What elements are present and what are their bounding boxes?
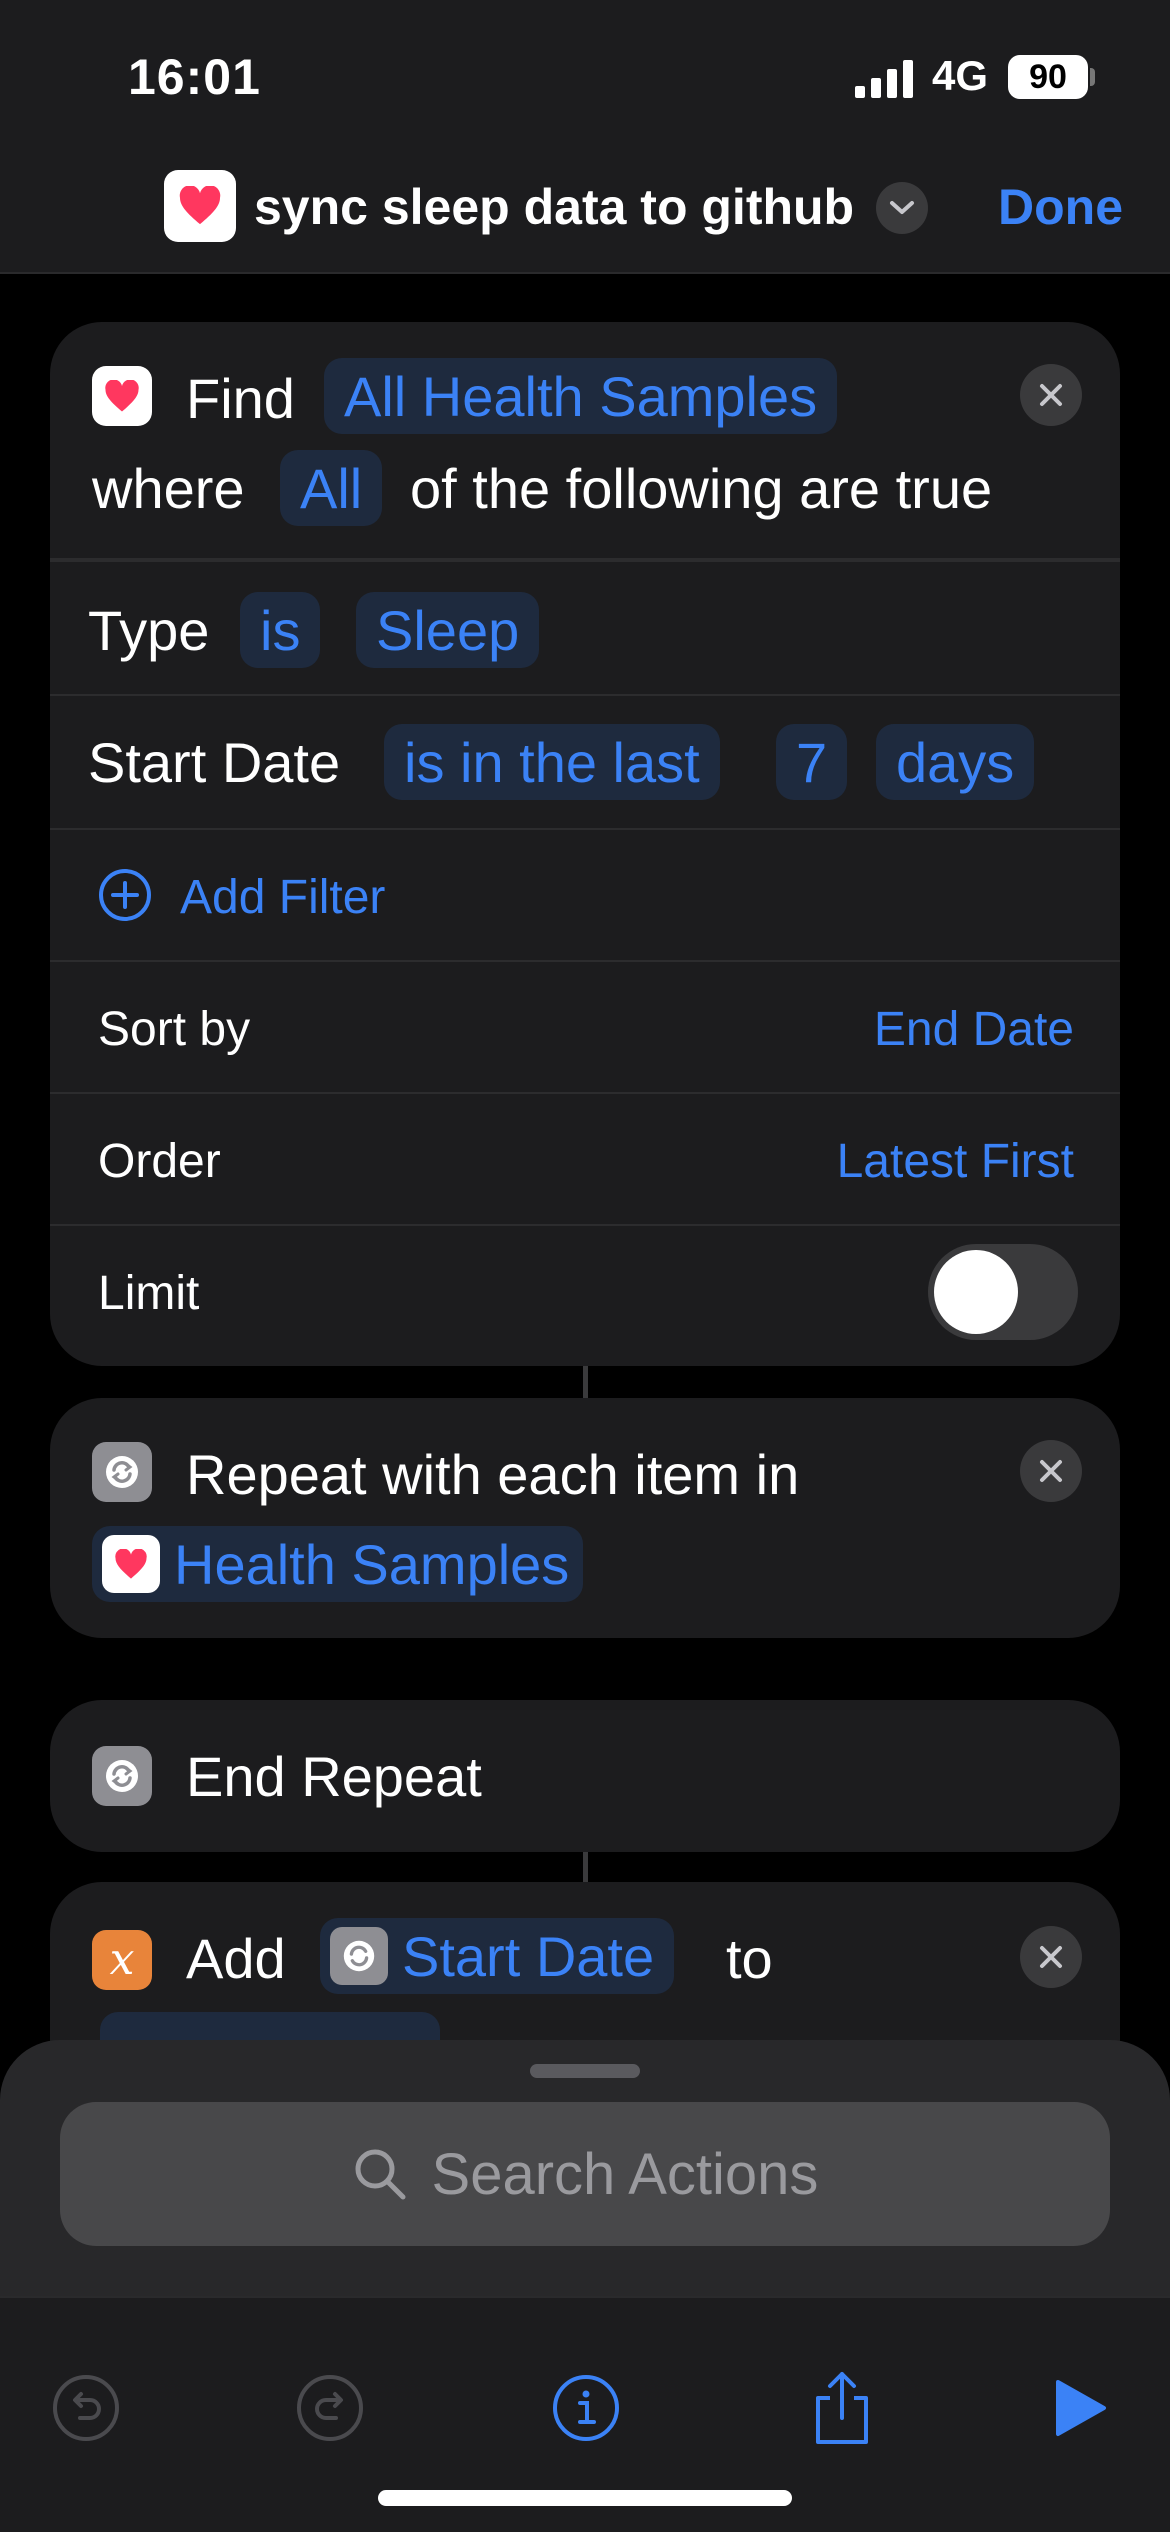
repeat-action: Repeat with each item in Health Samples — [50, 1398, 1120, 1638]
filter-row-type: Type is Sleep — [50, 558, 1120, 694]
find-label: Find — [186, 367, 295, 430]
add-label: Add — [186, 1927, 286, 1990]
end-repeat-label: End Repeat — [186, 1745, 482, 1808]
repeat-variable-label: Health Samples — [174, 1532, 570, 1596]
bottom-toolbar — [0, 2296, 1170, 2532]
order-value[interactable]: Latest First — [837, 1134, 1074, 1189]
repeat-icon — [92, 1746, 152, 1806]
sort-by-row[interactable]: Sort by End Date — [50, 960, 1120, 1092]
order-row[interactable]: Order Latest First — [50, 1092, 1120, 1224]
heart-icon — [102, 1535, 160, 1593]
battery-icon: 90 — [1008, 55, 1088, 99]
battery-tip — [1090, 68, 1095, 86]
status-time: 16:01 — [128, 49, 261, 105]
chevron-down-icon[interactable] — [876, 182, 928, 234]
undo-icon[interactable] — [46, 2368, 126, 2448]
filter-unit-pill[interactable]: days — [876, 724, 1035, 800]
find-health-samples-action: Find All Health Samples where All of the… — [50, 322, 1120, 1366]
limit-label: Limit — [98, 1267, 200, 1320]
condition-text: of the following are true — [410, 457, 993, 520]
repeat-icon — [92, 1442, 152, 1502]
redo-icon[interactable] — [290, 2368, 370, 2448]
to-label: to — [726, 1927, 773, 1990]
sort-by-label: Sort by — [98, 1003, 251, 1056]
toggle-knob — [934, 1250, 1018, 1334]
plus-circle-icon — [99, 869, 151, 921]
add-variable-label: Start Date — [402, 1924, 655, 1988]
action-connector — [583, 1366, 588, 1398]
where-label: where — [92, 457, 245, 520]
info-icon[interactable] — [546, 2368, 626, 2448]
sheet-grabber[interactable] — [530, 2064, 640, 2078]
end-repeat-action: End Repeat — [50, 1700, 1120, 1852]
filter-amount-pill[interactable]: 7 — [776, 724, 848, 800]
limit-toggle[interactable] — [928, 1244, 1078, 1340]
repeat-variable-pill[interactable]: Health Samples — [92, 1526, 584, 1602]
filter-row-start-date: Start Date is in the last 7 days — [50, 694, 1120, 828]
nav-header: sync sleep data to github Done — [0, 140, 1170, 274]
screen: 16:01 4G 90 sync sleep data to github Do… — [0, 0, 1170, 2532]
actions-sheet: Search Actions — [0, 2040, 1170, 2532]
repeat-icon — [330, 1927, 388, 1985]
add-filter-button[interactable]: Add Filter — [50, 828, 1120, 960]
limit-row: Limit — [50, 1224, 1120, 1366]
close-icon[interactable] — [1020, 1440, 1082, 1502]
home-indicator[interactable] — [378, 2490, 792, 2506]
add-filter-label: Add Filter — [180, 871, 386, 924]
network-type: 4G — [932, 52, 989, 99]
filter-operator-pill[interactable]: is — [240, 592, 321, 668]
done-button[interactable]: Done — [998, 178, 1123, 236]
order-label: Order — [98, 1135, 221, 1188]
variable-x-icon: x — [92, 1930, 152, 1990]
filter-field: Type — [88, 599, 210, 662]
heart-icon — [164, 170, 236, 242]
add-variable-pill[interactable]: Start Date — [320, 1918, 675, 1994]
status-bar: 16:01 4G 90 — [0, 0, 1170, 140]
close-icon[interactable] — [1020, 1926, 1082, 1988]
play-icon[interactable] — [1040, 2368, 1120, 2448]
filter-value-pill[interactable]: Sleep — [356, 592, 540, 668]
close-icon[interactable] — [1020, 364, 1082, 426]
shortcut-title[interactable]: sync sleep data to github — [254, 178, 854, 236]
signal-icon — [855, 60, 913, 98]
search-placeholder: Search Actions — [431, 2141, 819, 2207]
sample-type-pill[interactable]: All Health Samples — [324, 358, 838, 434]
filter-field: Start Date — [88, 731, 341, 794]
share-icon[interactable] — [802, 2368, 882, 2448]
search-actions-field[interactable]: Search Actions — [60, 2102, 1110, 2246]
filter-operator-pill[interactable]: is in the last — [384, 724, 720, 800]
action-connector — [583, 1852, 588, 1882]
match-pill[interactable]: All — [280, 450, 383, 526]
repeat-label: Repeat with each item in — [186, 1443, 800, 1506]
sort-by-value[interactable]: End Date — [874, 1002, 1074, 1057]
heart-icon — [92, 366, 152, 426]
search-icon — [355, 2149, 406, 2200]
